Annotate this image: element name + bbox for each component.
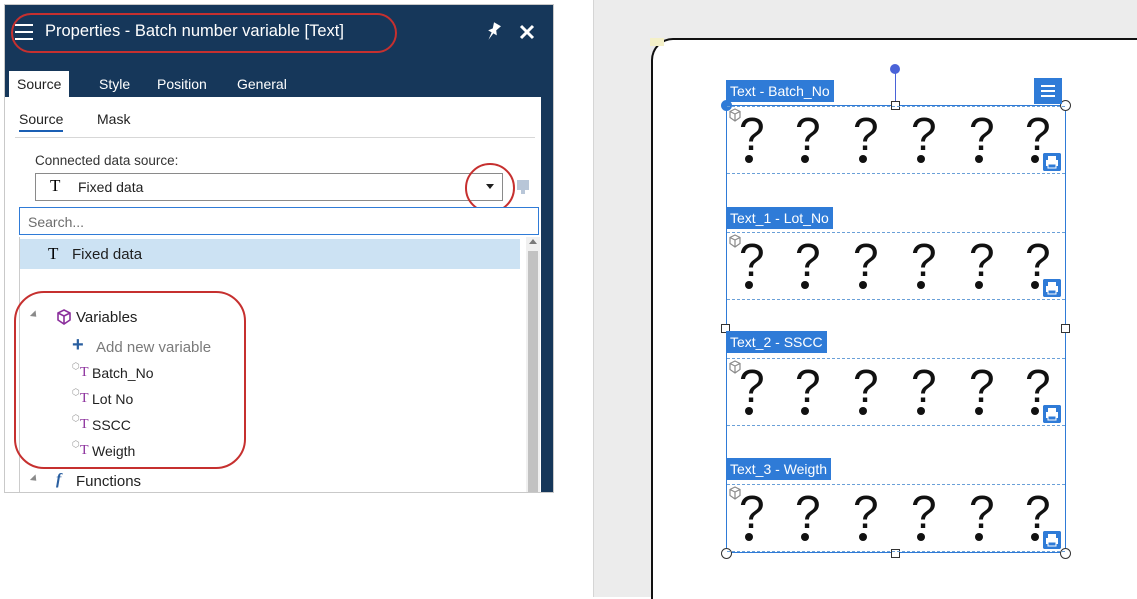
- rotation-handle[interactable]: [890, 64, 900, 74]
- database-icon: [517, 180, 529, 194]
- placeholder-glyph: ?: [853, 234, 879, 286]
- placeholder-glyph: ?: [1025, 486, 1051, 538]
- placeholder-glyph: ?: [739, 486, 765, 538]
- placeholder-glyph: ?: [969, 360, 995, 412]
- placeholder-dot: [801, 533, 809, 541]
- object-tag[interactable]: Text_2 - SSCC: [726, 331, 827, 353]
- search-input[interactable]: [26, 209, 520, 235]
- text-object-row[interactable]: ??????: [727, 232, 1065, 300]
- placeholder-glyph: ?: [1025, 234, 1051, 286]
- placeholder-glyph: ?: [969, 234, 995, 286]
- divider: [15, 137, 535, 138]
- text-type-icon: T: [48, 244, 59, 263]
- placeholder-glyph: ?: [795, 234, 821, 286]
- vertical-scrollbar[interactable]: [526, 237, 540, 492]
- properties-panel: Properties - Batch number variable [Text…: [4, 4, 554, 493]
- placeholder-glyph: ?: [739, 234, 765, 286]
- placeholder-glyph: ?: [853, 108, 879, 160]
- placeholder-glyph: ?: [795, 360, 821, 412]
- object-tag[interactable]: Text - Batch_No: [726, 80, 834, 102]
- panel-edge: [541, 97, 553, 492]
- placeholder-dot: [801, 281, 809, 289]
- placeholder-glyph: ?: [1025, 360, 1051, 412]
- paper-corner: [650, 38, 664, 46]
- rotation-line: [895, 70, 896, 103]
- placeholder-glyph: ?: [911, 234, 937, 286]
- variables-annotation-ellipse: [14, 291, 246, 469]
- placeholder-dot: [859, 155, 867, 163]
- list-item-fixed-data[interactable]: T Fixed data: [20, 239, 520, 269]
- placeholder-dot: [745, 407, 753, 415]
- placeholder-dot: [975, 407, 983, 415]
- placeholder-glyph: ?: [1025, 108, 1051, 160]
- placeholder-dot: [975, 533, 983, 541]
- placeholder-dot: [975, 155, 983, 163]
- object-menu-button[interactable]: [1034, 78, 1062, 104]
- placeholder-glyph: ?: [795, 108, 821, 160]
- placeholder-glyph: ?: [853, 360, 879, 412]
- placeholder-glyph: ?: [911, 108, 937, 160]
- data-source-list: T Fixed data Variables + Add new variabl…: [14, 237, 540, 492]
- placeholder-dot: [1031, 281, 1039, 289]
- printer-icon[interactable]: [1043, 279, 1061, 297]
- data-source-dropdown[interactable]: T Fixed data: [35, 173, 503, 201]
- panel-content: Source Mask Connected data source: T Fix…: [5, 97, 541, 492]
- placeholder-dot: [917, 155, 925, 163]
- text-type-icon: T: [50, 176, 61, 195]
- placeholder-dot: [859, 281, 867, 289]
- text-object-row[interactable]: ??????: [727, 484, 1065, 552]
- placeholder-dot: [975, 281, 983, 289]
- placeholder-dot: [917, 407, 925, 415]
- tab-position[interactable]: Position: [149, 71, 215, 97]
- placeholder-dot: [917, 281, 925, 289]
- printer-icon[interactable]: [1043, 405, 1061, 423]
- placeholder-glyph: ?: [969, 108, 995, 160]
- close-icon[interactable]: [517, 21, 537, 43]
- placeholder-glyph: ?: [911, 360, 937, 412]
- tab-source[interactable]: Source: [9, 71, 70, 97]
- printer-icon[interactable]: [1043, 531, 1061, 549]
- placeholder-dot: [801, 407, 809, 415]
- text-object-row[interactable]: ??????: [727, 106, 1065, 174]
- data-source-label: Connected data source:: [35, 153, 179, 168]
- placeholder-dot: [1031, 533, 1039, 541]
- scrollbar-thumb[interactable]: [528, 251, 538, 492]
- placeholder-glyph: ?: [969, 486, 995, 538]
- placeholder-dot: [801, 155, 809, 163]
- printer-icon[interactable]: [1043, 153, 1061, 171]
- object-tag[interactable]: Text_3 - Weigth: [726, 458, 832, 480]
- expand-arrow-icon[interactable]: [29, 474, 40, 484]
- placeholder-dot: [859, 533, 867, 541]
- placeholder-glyph: ?: [911, 486, 937, 538]
- tab-style[interactable]: Style: [91, 71, 138, 97]
- scroll-up-arrow-icon[interactable]: [529, 239, 537, 244]
- pin-icon[interactable]: [483, 21, 503, 43]
- subtab-mask[interactable]: Mask: [97, 111, 130, 127]
- placeholder-dot: [917, 533, 925, 541]
- dropdown-annotation-circle: [465, 163, 515, 213]
- data-source-value: Fixed data: [78, 179, 144, 195]
- title-bar: Properties - Batch number variable [Text…: [5, 5, 553, 63]
- placeholder-dot: [745, 281, 753, 289]
- placeholder-glyph: ?: [795, 486, 821, 538]
- placeholder-dot: [1031, 155, 1039, 163]
- tab-general[interactable]: General: [229, 71, 295, 97]
- title-annotation-ellipse: [11, 13, 397, 53]
- resize-handle-right[interactable]: [1061, 324, 1070, 333]
- placeholder-glyph: ?: [853, 486, 879, 538]
- functions-group-label[interactable]: Functions: [76, 473, 141, 490]
- search-field[interactable]: [19, 207, 539, 235]
- placeholder-dot: [1031, 407, 1039, 415]
- object-tag[interactable]: Text_1 - Lot_No: [726, 207, 833, 229]
- placeholder-glyph: ?: [739, 360, 765, 412]
- main-tabs: Source Style Position General: [5, 63, 553, 97]
- text-object-row[interactable]: ??????: [727, 358, 1065, 426]
- placeholder-dot: [745, 155, 753, 163]
- placeholder-dot: [859, 407, 867, 415]
- placeholder-dot: [745, 533, 753, 541]
- subtab-source[interactable]: Source: [19, 111, 64, 132]
- function-icon: f: [56, 471, 62, 488]
- list-item-label: Fixed data: [72, 246, 143, 263]
- placeholder-glyph: ?: [739, 108, 765, 160]
